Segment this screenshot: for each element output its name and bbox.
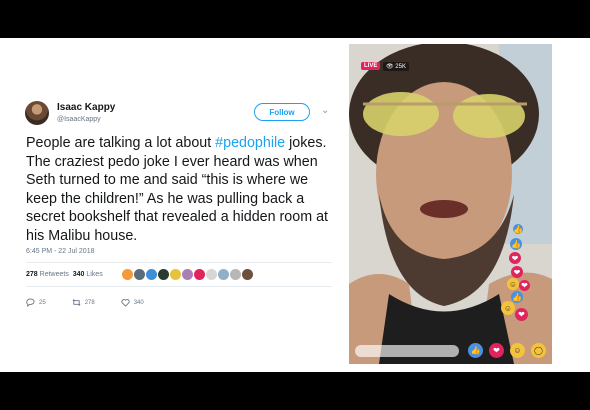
user-handle[interactable]: @IsaacKappy xyxy=(57,116,101,123)
haha-button-icon[interactable]: ☺ xyxy=(510,343,525,358)
heart-reaction-icon: ❤ xyxy=(519,280,530,291)
tweet-text-part: People are talking a lot about xyxy=(26,135,216,151)
heart-reaction-icon: ❤ xyxy=(511,266,523,278)
reply-count: 25 xyxy=(39,299,46,306)
retweet-icon xyxy=(72,299,81,306)
avatar[interactable] xyxy=(218,269,229,280)
tweet-timestamp[interactable]: 6:45 PM - 22 Jul 2018 xyxy=(26,248,95,255)
liker-avatars xyxy=(122,269,253,280)
like-button[interactable]: 340 xyxy=(121,298,144,307)
chevron-down-icon[interactable]: ⌄ xyxy=(321,105,329,116)
divider xyxy=(26,262,332,263)
wow-button-icon[interactable]: ◯ xyxy=(531,343,546,358)
eye-icon: 👁 xyxy=(386,64,394,70)
avatar[interactable] xyxy=(146,269,157,280)
like-reaction-icon: 👍 xyxy=(510,238,522,250)
avatar[interactable] xyxy=(194,269,205,280)
avatar[interactable] xyxy=(158,269,169,280)
avatar[interactable] xyxy=(206,269,217,280)
tweet-text-part: jokes. The craziest pedo joke I ever hea… xyxy=(26,135,329,244)
avatar[interactable] xyxy=(242,269,253,280)
likes-count[interactable]: 340 xyxy=(73,271,85,278)
viewer-count-value: 25K xyxy=(395,64,406,70)
haha-reaction-icon: ☺ xyxy=(507,278,519,290)
heart-reaction-icon: ❤ xyxy=(515,308,528,321)
tweet-text: People are talking a lot about #pedophil… xyxy=(26,134,338,246)
reply-icon xyxy=(26,298,35,307)
heart-icon xyxy=(121,299,130,307)
tweet-actions: 25 278 340 xyxy=(26,298,144,307)
retweets-label[interactable]: Retweets xyxy=(40,271,69,278)
comment-input[interactable] xyxy=(355,345,459,357)
like-button-icon[interactable]: 👍 xyxy=(468,343,483,358)
live-video[interactable]: LIVE 👁 25K 👍 👍 ❤ ❤ ☺ ❤ 👍 ☺ ❤ 👍 ❤ ☺ ◯ xyxy=(349,44,552,364)
like-count: 340 xyxy=(133,299,144,306)
avatar[interactable] xyxy=(170,269,181,280)
live-badge: LIVE xyxy=(361,62,381,70)
viewer-count: 👁 25K xyxy=(383,62,409,71)
avatar[interactable] xyxy=(230,269,241,280)
heart-reaction-icon: ❤ xyxy=(509,252,521,264)
love-button-icon[interactable]: ❤ xyxy=(489,343,504,358)
tweet-stats: 278 Retweets 340 Likes xyxy=(26,271,103,278)
follow-button[interactable]: Follow xyxy=(254,103,310,121)
avatar[interactable] xyxy=(134,269,145,280)
avatar[interactable] xyxy=(122,269,133,280)
hashtag-link[interactable]: #pedophile xyxy=(215,135,285,151)
avatar[interactable] xyxy=(25,101,49,125)
like-reaction-icon: 👍 xyxy=(513,224,523,234)
avatar[interactable] xyxy=(182,269,193,280)
retweet-count: 278 xyxy=(84,299,95,306)
like-reaction-icon: 👍 xyxy=(511,291,523,303)
likes-label[interactable]: Likes xyxy=(86,271,102,278)
display-name[interactable]: Isaac Kappy xyxy=(57,102,115,113)
reply-button[interactable]: 25 xyxy=(26,298,46,307)
retweet-button[interactable]: 278 xyxy=(72,298,95,307)
divider xyxy=(26,286,332,287)
haha-reaction-icon: ☺ xyxy=(501,301,515,315)
retweets-count[interactable]: 278 xyxy=(26,271,38,278)
